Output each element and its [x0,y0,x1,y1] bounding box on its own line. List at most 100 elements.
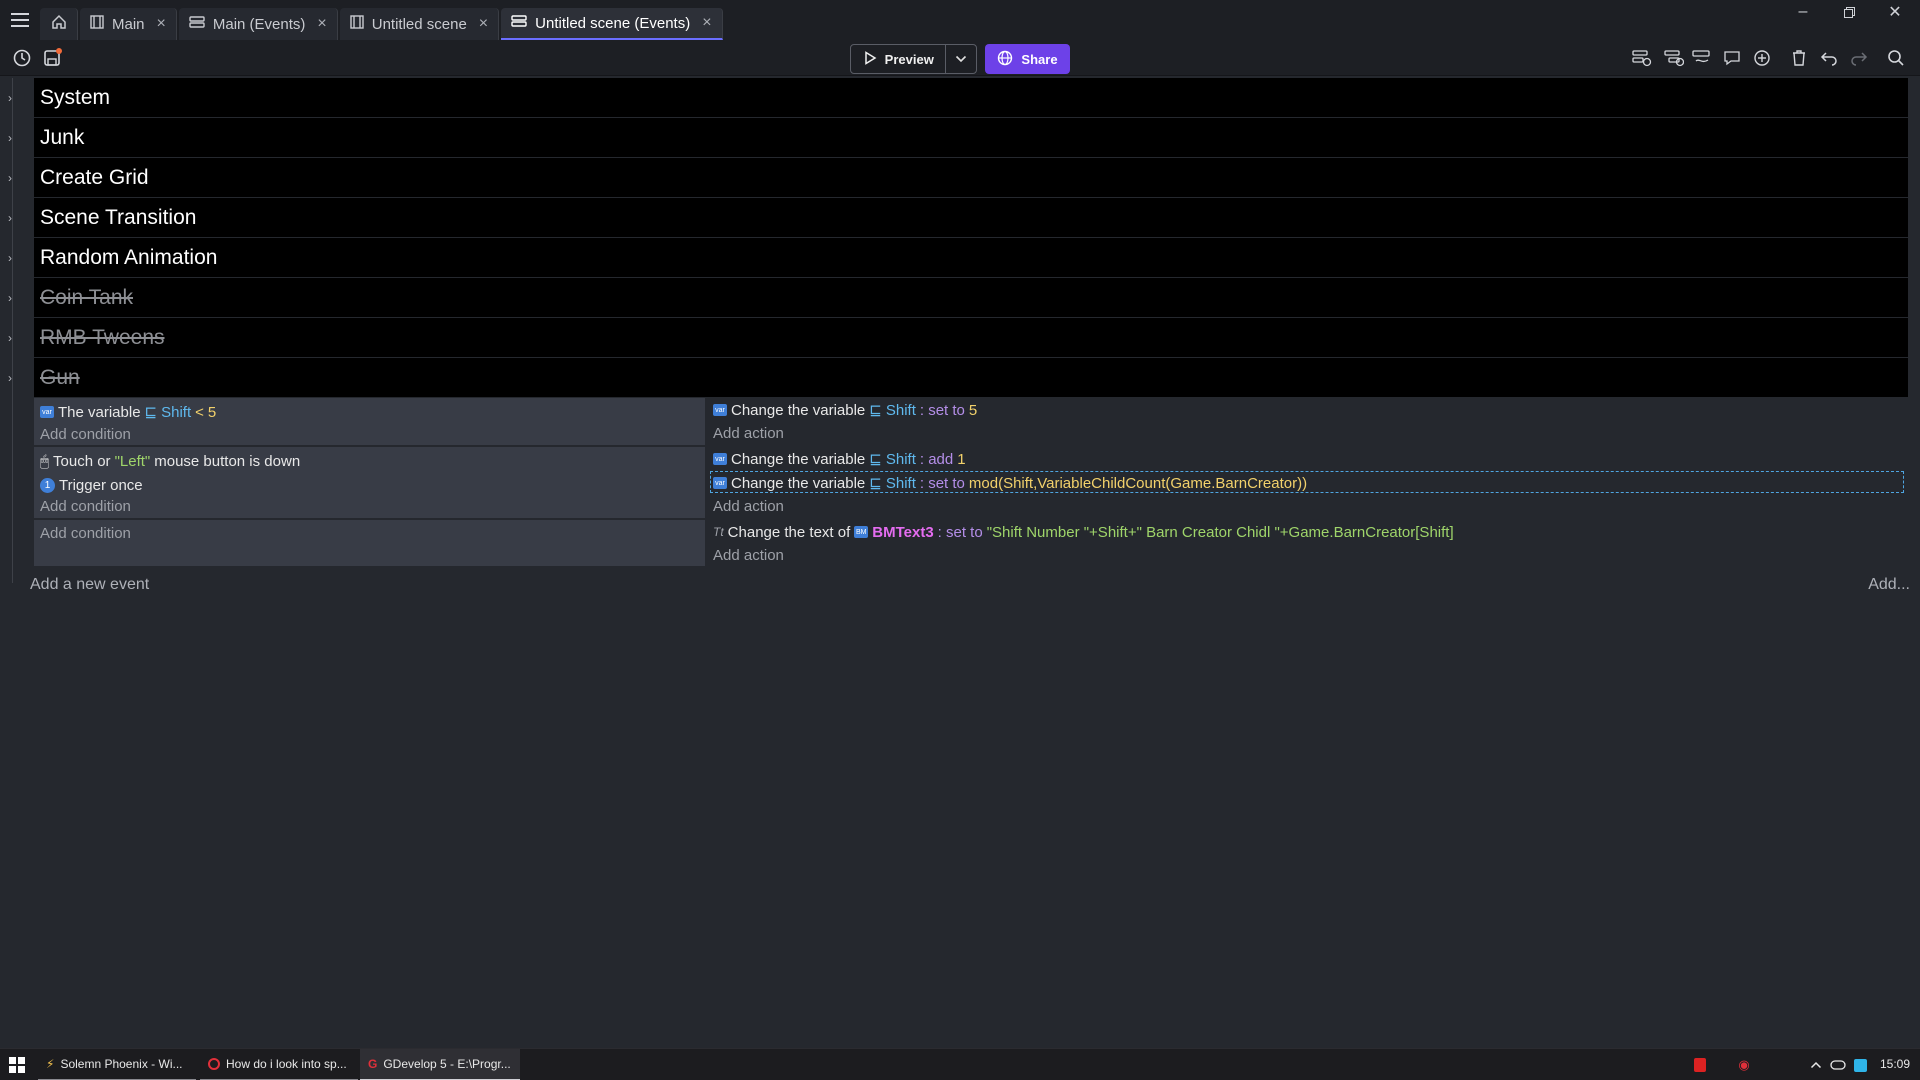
chevron-right-icon[interactable]: › [8,131,12,145]
taskbar-item-browser[interactable]: How do i look into sp... [200,1049,358,1080]
add-condition-link[interactable]: Add condition [40,494,131,518]
variable-icon: var [713,404,727,416]
value: 1 [957,450,966,468]
group-title: Create Grid [40,165,149,189]
toolbar: Preview Share [0,40,1920,76]
chevron-right-icon[interactable]: › [8,331,12,345]
tab-label: Untitled scene [371,15,467,33]
undo-icon[interactable] [1817,46,1841,70]
group-title: RMB Tweens [40,325,165,349]
windows-start-icon[interactable] [9,1057,25,1073]
string-value: "Left" [114,452,151,470]
chevron-up-icon[interactable] [1808,1057,1824,1073]
close-icon[interactable]: × [479,15,488,33]
minimize-icon[interactable]: – [1780,0,1826,24]
gutter-line [12,78,13,583]
add-condition-link[interactable]: Add condition [40,521,131,545]
preview-options-dropdown[interactable] [946,45,976,73]
events-sheet: › System › Junk › Create Grid › Scene Tr… [0,78,1920,1048]
add-event-icon[interactable] [1630,46,1654,70]
window-close-icon[interactable]: ✕ [1872,0,1918,24]
close-icon[interactable]: × [157,15,166,33]
add-sub-event-icon[interactable] [1662,46,1686,70]
home-icon [51,14,67,34]
add-comment-icon[interactable] [1720,46,1744,70]
group-title: Scene Transition [40,205,197,229]
event-group-junk[interactable]: › Junk [8,118,1908,157]
system-clock: 15:09 [1880,1057,1911,1071]
close-icon[interactable]: × [317,15,326,33]
event-group-gun[interactable]: › Gun [8,358,1908,397]
add-new-event-link[interactable]: Add a new event [30,576,149,594]
chevron-right-icon[interactable]: › [8,291,12,305]
play-icon [863,50,877,68]
title-bar: Main × Main (Events) × Untitled scene × … [0,0,1920,40]
add-more-link[interactable]: Add... [1868,576,1910,594]
action[interactable]: Tt Change the text of BM BMText3 : set t… [713,520,1454,544]
add-action-link[interactable]: Add action [713,543,784,567]
preview-button-group: Preview [850,44,977,74]
group-title: Coin Tank [40,285,134,309]
event-group-scene-transition[interactable]: › Scene Transition [8,198,1908,237]
group-title: System [40,85,111,109]
add-group-icon[interactable] [1690,46,1714,70]
action[interactable]: var Change the variable ⊑ Shift : set to… [713,398,977,422]
action-text: Change the variable [731,450,866,468]
app-tray-icon[interactable]: ◉ [1736,1057,1752,1073]
action-text: Change the text of [727,523,851,541]
app-tray-icon-2[interactable] [1852,1057,1868,1073]
mouse-icon: 🖱 [40,452,50,470]
taskbar-label: Solemn Phoenix - Wi... [60,1057,183,1071]
add-circle-icon[interactable] [1750,46,1774,70]
event-3-actions: Tt Change the text of BM BMText3 : set t… [707,520,1908,566]
variable-name: Shift [885,450,916,468]
events-icon [511,14,527,32]
tab-label: Main (Events) [212,15,306,33]
selected-action-outline [710,471,1904,493]
close-icon[interactable]: × [702,14,711,32]
share-button[interactable]: Share [985,44,1070,74]
action[interactable]: var Change the variable ⊑ Shift : add 1 [713,447,966,471]
event-group-coin-tank[interactable]: › Coin Tank [8,278,1908,317]
add-action-link[interactable]: Add action [713,421,784,445]
operator: : set to [919,401,965,419]
add-action-link[interactable]: Add action [713,494,784,518]
variable-icon: ⊑ [869,451,882,468]
condition[interactable]: 🖱 Touch or "Left" mouse button is down [40,449,300,473]
hamburger-menu-icon[interactable] [0,0,40,40]
variable-name: Shift [885,401,916,419]
chevron-right-icon[interactable]: › [8,91,12,105]
condition-text: The variable [58,403,141,421]
event-group-create-grid[interactable]: › Create Grid [8,158,1908,197]
chevron-right-icon[interactable]: › [8,371,12,385]
history-icon[interactable] [10,46,34,70]
tab-main-events[interactable]: Main (Events) × [178,8,338,40]
group-title: Random Animation [40,245,218,269]
delete-icon[interactable] [1787,46,1811,70]
preview-button[interactable]: Preview [851,45,947,73]
search-icon[interactable] [1884,46,1908,70]
condition-text: Touch or [53,452,111,470]
event-group-system[interactable]: › System [8,78,1908,117]
save-icon[interactable] [40,46,64,70]
event-group-random-animation[interactable]: › Random Animation [8,238,1908,277]
chevron-right-icon[interactable]: › [8,251,12,265]
gamepad-icon[interactable] [1830,1057,1846,1073]
redo-icon[interactable] [1847,46,1871,70]
opera-icon [208,1058,220,1070]
taskbar-item-solemn-phoenix[interactable]: ⚡ Solemn Phoenix - Wi... [38,1049,196,1080]
tab-untitled-scene[interactable]: Untitled scene × [339,8,500,40]
restore-icon[interactable] [1826,0,1872,24]
object-icon: BM [854,526,869,538]
chevron-right-icon[interactable]: › [8,171,12,185]
add-condition-link[interactable]: Add condition [40,422,131,446]
tab-main[interactable]: Main × [80,8,177,40]
condition[interactable]: var The variable ⊑ Shift < 5 [40,400,216,424]
chevron-right-icon[interactable]: › [8,211,12,225]
event-group-rmb-tweens[interactable]: › RMB Tweens [8,318,1908,357]
home-tab[interactable] [40,8,78,40]
antivirus-tray-icon[interactable] [1692,1057,1708,1073]
taskbar-item-gdevelop[interactable]: G GDevelop 5 - E:\Progr... [360,1049,520,1080]
tab-label: Untitled scene (Events) [535,14,691,32]
tab-untitled-scene-events[interactable]: Untitled scene (Events) × [501,8,723,40]
